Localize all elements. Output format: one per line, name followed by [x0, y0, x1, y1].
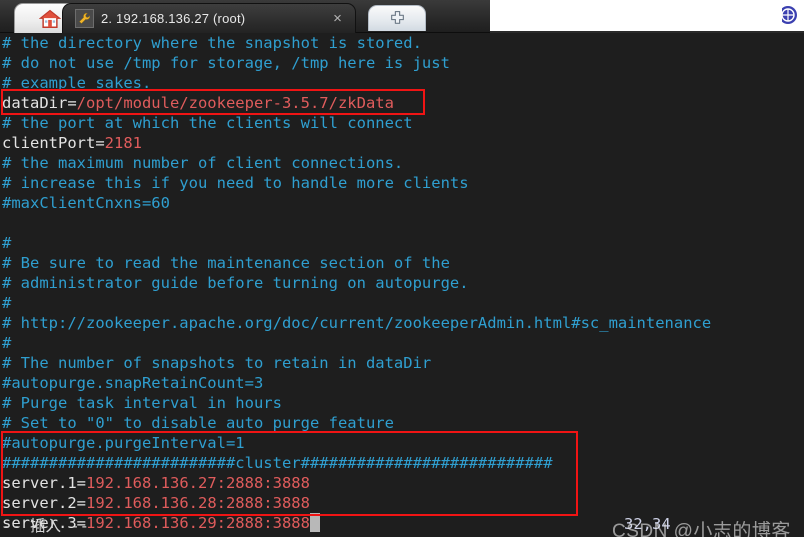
line-segment: 192.168.136.27:2888:3888 [86, 474, 310, 492]
line-segment: # the directory where the snapshot is st… [2, 34, 422, 52]
editor-line: # [2, 233, 802, 253]
editor-line: #autopurge.snapRetainCount=3 [2, 373, 802, 393]
line-segment: /opt/module/zookeeper-3.5.7/zkData [76, 94, 394, 112]
wrench-icon [75, 9, 94, 28]
editor-line: # [2, 333, 802, 353]
editor-line: #maxClientCnxns=60 [2, 193, 802, 213]
editor-line: # Set to "0" to disable auto purge featu… [2, 413, 802, 433]
editor-line: # The number of snapshots to retain in d… [2, 353, 802, 373]
tab-bar-empty-area [490, 0, 804, 33]
terminal-window: 2. 192.168.136.27 (root) × # the directo… [0, 0, 804, 537]
line-segment: # Purge task interval in hours [2, 394, 282, 412]
watermark: CSDN @小志的博客 [612, 521, 791, 537]
editor-line: # do not use /tmp for storage, /tmp here… [2, 53, 802, 73]
line-segment: # Be sure to read the maintenance sectio… [2, 254, 450, 272]
new-tab-button[interactable] [368, 5, 426, 31]
editor-line: #autopurge.purgeInterval=1 [2, 433, 802, 453]
session-tab[interactable]: 2. 192.168.136.27 (root) × [62, 3, 356, 33]
line-segment: #########################cluster########… [2, 454, 553, 472]
editor-line: # example sakes. [2, 73, 802, 93]
line-segment: # example sakes. [2, 74, 152, 92]
line-segment: #autopurge.snapRetainCount=3 [2, 374, 264, 392]
line-segment: clientPort= [2, 134, 105, 152]
line-segment: dataDir= [2, 94, 77, 112]
editor-line: # administrator guide before turning on … [2, 273, 802, 293]
line-segment: server.1= [2, 474, 86, 492]
line-segment: # The number of snapshots to retain in d… [2, 354, 432, 372]
line-segment: # http://zookeeper.apache.org/doc/curren… [2, 314, 712, 332]
plus-icon [390, 11, 404, 24]
app-logo-icon [782, 5, 802, 25]
editor-line: # http://zookeeper.apache.org/doc/curren… [2, 313, 802, 333]
terminal-body[interactable]: # the directory where the snapshot is st… [0, 33, 804, 537]
line-segment: # [2, 334, 12, 352]
home-icon [39, 9, 61, 28]
line-segment: # the maximum number of client connectio… [2, 154, 404, 172]
line-segment: #autopurge.purgeInterval=1 [2, 434, 245, 452]
session-tab-label: 2. 192.168.136.27 (root) [101, 11, 246, 26]
editor-line: dataDir=/opt/module/zookeeper-3.5.7/zkDa… [2, 93, 802, 113]
line-segment: # administrator guide before turning on … [2, 274, 469, 292]
line-segment: # [2, 234, 12, 252]
line-segment: # increase this if you need to handle mo… [2, 174, 469, 192]
line-segment: # [2, 294, 12, 312]
line-segment: server.2= [2, 494, 86, 512]
line-segment: #maxClientCnxns=60 [2, 194, 170, 212]
editor-line: # Purge task interval in hours [2, 393, 802, 413]
editor-line: # the directory where the snapshot is st… [2, 33, 802, 53]
vim-status-mode: -- 插入 -- [2, 517, 89, 535]
tab-bar: 2. 192.168.136.27 (root) × [0, 0, 804, 33]
editor-line: # the maximum number of client connectio… [2, 153, 802, 173]
editor-line: # increase this if you need to handle mo… [2, 173, 802, 193]
text-cursor [309, 513, 320, 532]
line-segment: # the port at which the clients will con… [2, 114, 413, 132]
editor-line: #########################cluster########… [2, 453, 802, 473]
editor-line: # Be sure to read the maintenance sectio… [2, 253, 802, 273]
editor-line: # the port at which the clients will con… [2, 113, 802, 133]
editor-line: server.1=192.168.136.27:2888:3888 [2, 473, 802, 493]
line-segment: 192.168.136.28:2888:3888 [86, 494, 310, 512]
line-segment: 192.168.136.29:2888:3888 [86, 514, 310, 532]
line-segment: 2181 [104, 134, 142, 152]
editor-line: server.2=192.168.136.28:2888:3888 [2, 493, 802, 513]
line-segment: # Set to "0" to disable auto purge featu… [2, 414, 394, 432]
line-segment: # do not use /tmp for storage, /tmp here… [2, 54, 450, 72]
editor-line: clientPort=2181 [2, 133, 802, 153]
editor-text-area[interactable]: # the directory where the snapshot is st… [2, 33, 802, 533]
close-icon[interactable]: × [330, 11, 345, 26]
editor-line: # [2, 293, 802, 313]
